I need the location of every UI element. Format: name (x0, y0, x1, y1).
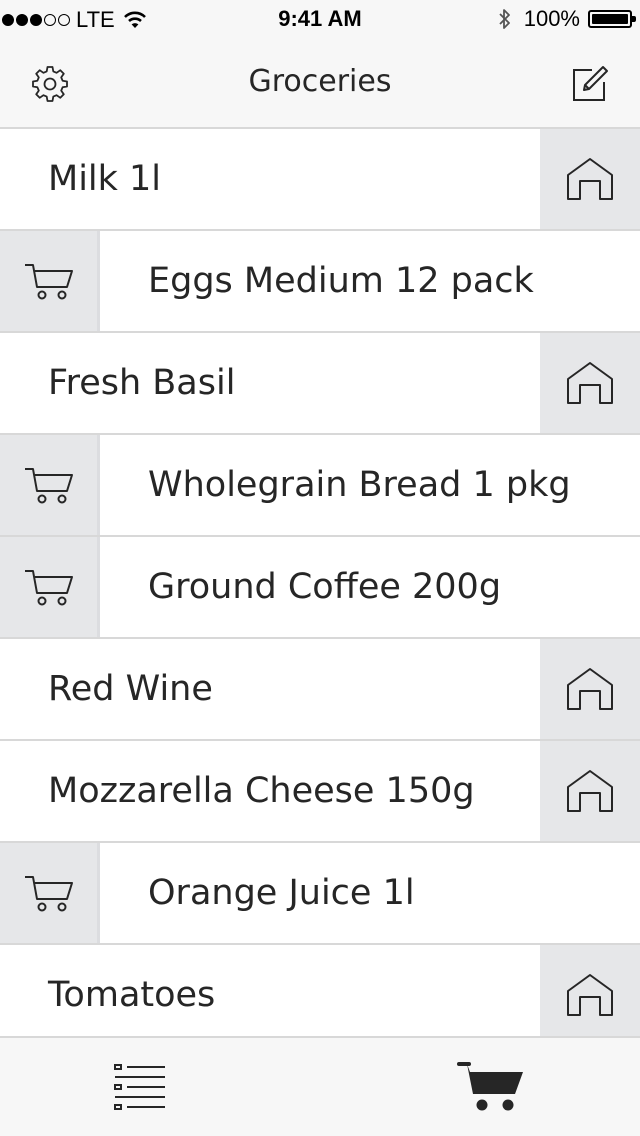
list-item[interactable]: Fresh Basil (0, 333, 640, 435)
list-item[interactable]: Eggs Medium 12 pack (0, 231, 640, 333)
move-to-home-button[interactable] (540, 639, 640, 739)
move-to-home-button[interactable] (540, 945, 640, 1045)
item-label: Wholegrain Bread 1 pkg (148, 465, 571, 505)
move-to-home-button[interactable] (540, 741, 640, 841)
cart-icon (24, 468, 73, 504)
item-label: Milk 1l (48, 159, 162, 199)
home-icon (567, 362, 613, 404)
edit-button[interactable] (570, 64, 610, 104)
tab-list[interactable] (100, 1052, 180, 1122)
list-item[interactable]: Orange Juice 1l (0, 843, 640, 945)
list-item[interactable]: Tomatoes (0, 945, 640, 1047)
status-right: 100% (498, 6, 636, 32)
item-label: Mozzarella Cheese 150g (48, 771, 475, 811)
cart-filled-icon (457, 1062, 523, 1111)
app-screen: LTE 9:41 AM 100% Groceries Milk 1l Eggs … (0, 0, 640, 1136)
item-label: Orange Juice 1l (148, 873, 415, 913)
home-icon (567, 974, 613, 1016)
item-label: Eggs Medium 12 pack (148, 261, 534, 301)
navigation-bar: Groceries (0, 40, 640, 129)
move-to-cart-button[interactable] (0, 231, 100, 331)
status-bar: LTE 9:41 AM 100% (0, 0, 640, 40)
battery-percent: 100% (523, 6, 580, 31)
list-item[interactable]: Milk 1l (0, 129, 640, 231)
home-icon (567, 668, 613, 710)
item-label: Ground Coffee 200g (148, 567, 502, 607)
grocery-list: Milk 1l Eggs Medium 12 pack Fresh Basil … (0, 129, 640, 1047)
move-to-home-button[interactable] (540, 333, 640, 433)
tab-cart[interactable] (452, 1052, 532, 1122)
list-item[interactable]: Wholegrain Bread 1 pkg (0, 435, 640, 537)
battery-icon (588, 10, 636, 28)
move-to-home-button[interactable] (540, 129, 640, 229)
home-icon (567, 770, 613, 812)
compose-icon (573, 66, 608, 101)
move-to-cart-button[interactable] (0, 435, 100, 535)
move-to-cart-button[interactable] (0, 843, 100, 943)
move-to-cart-button[interactable] (0, 537, 100, 637)
tab-bar (0, 1036, 640, 1136)
cart-icon (24, 264, 73, 300)
item-label: Tomatoes (48, 975, 216, 1015)
item-label: Fresh Basil (48, 363, 236, 403)
list-item[interactable]: Ground Coffee 200g (0, 537, 640, 639)
list-icon (114, 1064, 165, 1110)
list-item[interactable]: Mozzarella Cheese 150g (0, 741, 640, 843)
list-item[interactable]: Red Wine (0, 639, 640, 741)
cart-icon (24, 876, 73, 912)
page-title: Groceries (248, 64, 392, 99)
bluetooth-icon (499, 9, 510, 29)
item-label: Red Wine (48, 669, 213, 709)
home-icon (567, 158, 613, 200)
cart-icon (24, 570, 73, 606)
